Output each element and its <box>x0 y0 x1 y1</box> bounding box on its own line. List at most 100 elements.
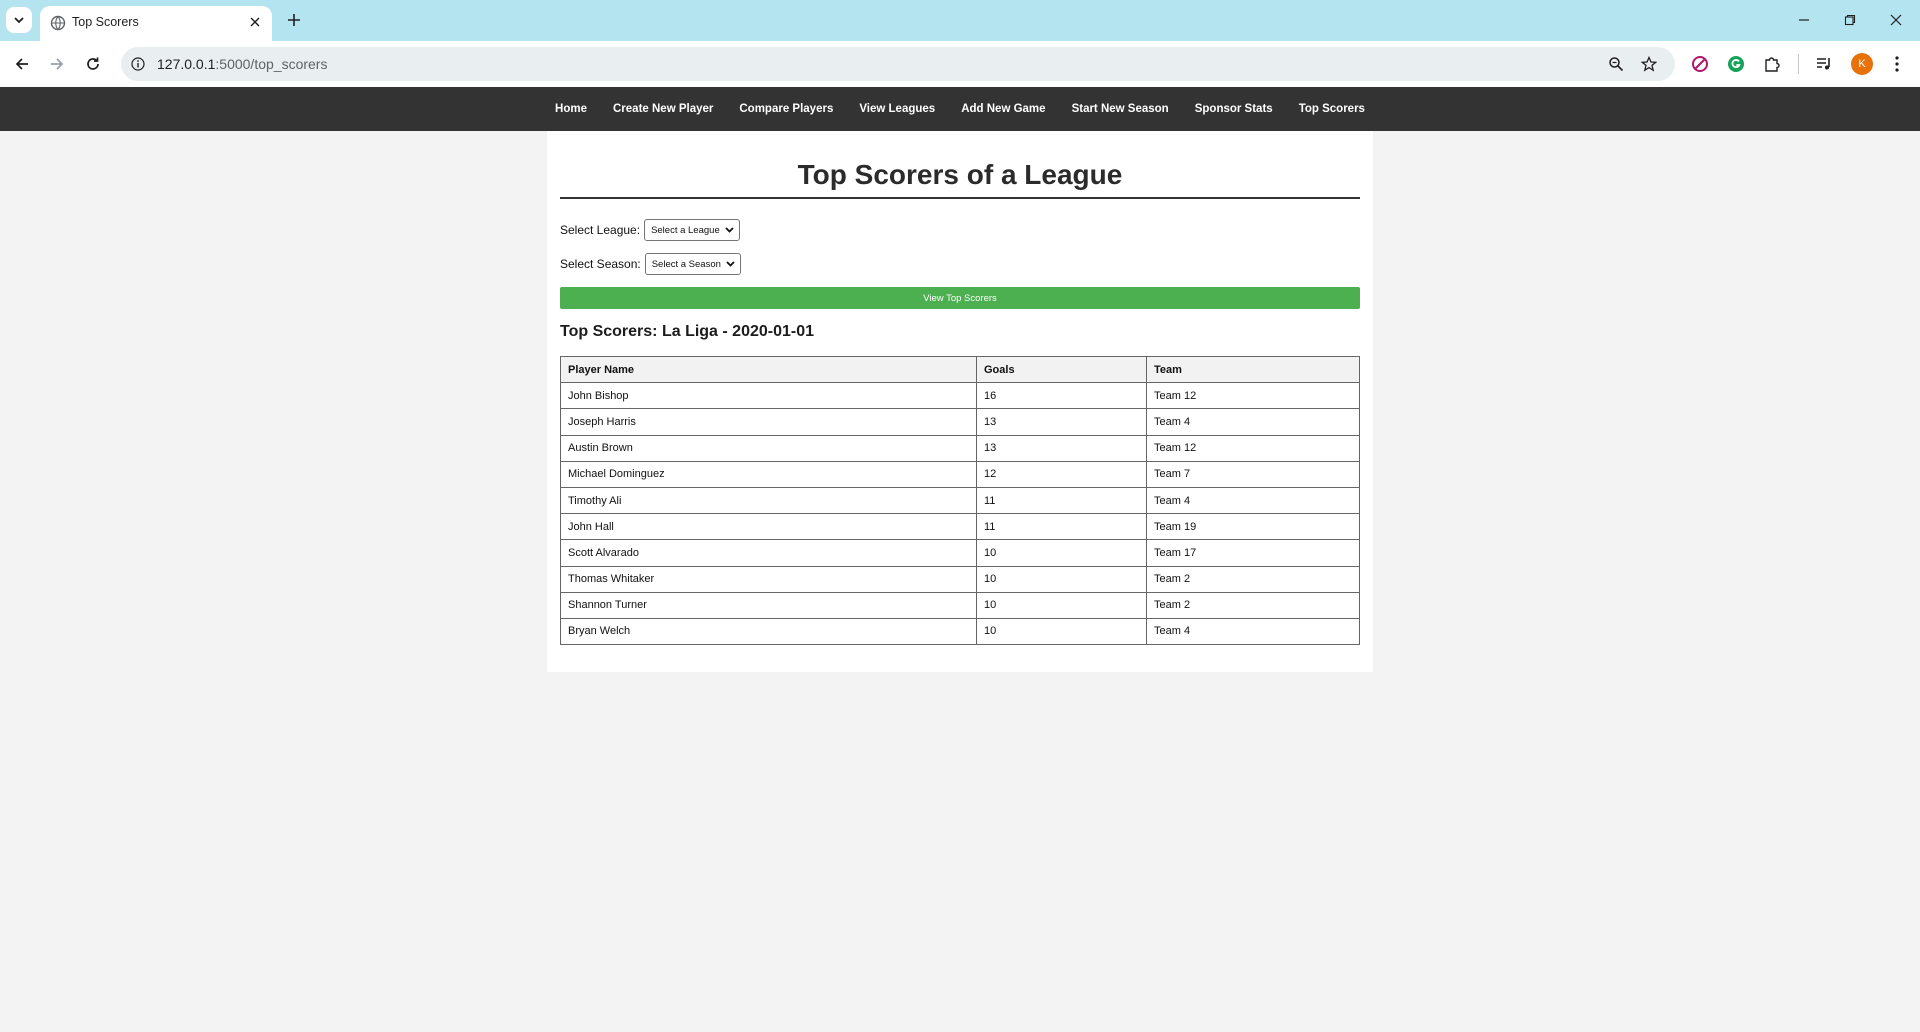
site-nav: Home Create New Player Compare Players V… <box>0 87 1920 131</box>
minimize-icon <box>1799 19 1809 21</box>
extension-blocker-button[interactable] <box>1688 52 1712 76</box>
player-name-cell: Michael Dominguez <box>560 460 977 488</box>
profile-avatar[interactable]: K <box>1851 53 1873 75</box>
forward-button[interactable] <box>43 50 71 78</box>
url-path: :5000/top_scorers <box>215 56 328 72</box>
team-cell: Team 17 <box>1146 539 1360 567</box>
player-name-cell: Austin Brown <box>560 434 977 462</box>
address-bar[interactable]: 127.0.0.1:5000/top_scorers <box>121 47 1675 81</box>
new-tab-button[interactable] <box>282 8 306 32</box>
team-cell: Team 2 <box>1146 591 1360 619</box>
restore-button[interactable] <box>1834 6 1866 34</box>
team-cell: Team 7 <box>1146 460 1360 488</box>
top-scorers-table: Player Name Goals Team John Bishop 16 Team… <box>560 355 1360 646</box>
more-vertical-icon <box>1895 56 1899 72</box>
player-name-cell: Shannon Turner <box>560 591 977 619</box>
league-select[interactable]: Select a League <box>644 219 741 241</box>
table-row: Austin Brown 13 Team 12 <box>560 434 1360 462</box>
team-cell: Team 4 <box>1146 486 1360 515</box>
browser-tab-active[interactable]: Top Scorers <box>40 6 272 41</box>
close-window-button[interactable] <box>1880 6 1912 34</box>
block-icon <box>1692 56 1708 72</box>
table-header-row: Player Name Goals Team <box>560 355 1360 384</box>
goals-cell: 10 <box>976 617 1147 646</box>
table-row: Timothy Ali 11 Team 4 <box>560 486 1360 515</box>
results-title: Top Scorers: La Liga - 2020-01-01 <box>560 323 815 340</box>
star-icon <box>1641 56 1657 72</box>
browser-toolbar: 127.0.0.1:5000/top_scorers K <box>0 41 1920 87</box>
nav-link-home[interactable]: Home <box>542 87 600 131</box>
player-name-cell: John Hall <box>560 513 977 541</box>
league-select-row: Select League: Select a League <box>560 219 1360 241</box>
league-label: Select League: <box>560 223 641 237</box>
page-title: Top Scorers of a League <box>560 159 1360 199</box>
close-icon <box>250 17 260 27</box>
extensions-button[interactable] <box>1760 52 1784 76</box>
player-name-cell: Scott Alvarado <box>560 539 977 567</box>
tab-title: Top Scorers <box>72 15 139 29</box>
team-cell: Team 12 <box>1146 434 1360 462</box>
close-icon <box>1890 14 1902 26</box>
zoom-button[interactable] <box>1606 54 1626 74</box>
column-header-team: Team <box>1146 355 1360 384</box>
media-controls-button[interactable] <box>1812 52 1836 76</box>
grammarly-icon <box>1728 56 1744 72</box>
table-row: Joseph Harris 13 Team 4 <box>560 408 1360 436</box>
goals-cell: 13 <box>976 434 1147 462</box>
team-cell: Team 4 <box>1146 617 1360 646</box>
season-select[interactable]: Select a Season <box>644 253 741 275</box>
season-label: Select Season: <box>560 257 641 271</box>
season-select-row: Select Season: Select a Season <box>560 253 1360 275</box>
chevron-down-icon <box>726 261 735 267</box>
table-row: Thomas Whitaker 10 Team 2 <box>560 565 1360 593</box>
player-name-cell: Bryan Welch <box>560 617 977 646</box>
season-select-value: Select a Season <box>651 258 721 270</box>
player-name-cell: Thomas Whitaker <box>560 565 977 593</box>
nav-link-start-new-season[interactable]: Start New Season <box>1059 87 1182 131</box>
nav-link-create-new-player[interactable]: Create New Player <box>600 87 726 131</box>
view-top-scorers-button[interactable]: View Top Scorers <box>560 287 1360 309</box>
team-cell: Team 19 <box>1146 513 1360 541</box>
back-button[interactable] <box>8 50 36 78</box>
table-row: Shannon Turner 10 Team 2 <box>560 591 1360 619</box>
zoom-icon <box>1609 57 1624 72</box>
team-cell: Team 12 <box>1146 382 1360 410</box>
nav-link-compare-players[interactable]: Compare Players <box>726 87 846 131</box>
goals-cell: 11 <box>976 513 1147 541</box>
toolbar-separator <box>1798 54 1799 74</box>
chevron-down-icon <box>725 227 734 233</box>
nav-link-sponsor-stats[interactable]: Sponsor Stats <box>1182 87 1286 131</box>
puzzle-icon <box>1765 57 1780 72</box>
player-name-cell: John Bishop <box>560 382 977 410</box>
nav-link-view-leagues[interactable]: View Leagues <box>846 87 948 131</box>
globe-icon <box>50 15 66 31</box>
reload-button[interactable] <box>79 50 107 78</box>
column-header-goals: Goals <box>976 355 1147 384</box>
site-info-button[interactable] <box>129 55 147 73</box>
arrow-right-icon <box>51 58 64 70</box>
table-row: Michael Dominguez 12 Team 7 <box>560 460 1360 488</box>
table-row: Bryan Welch 10 Team 4 <box>560 617 1360 646</box>
goals-cell: 11 <box>976 486 1147 515</box>
playlist-icon <box>1817 58 1830 70</box>
nav-link-top-scorers[interactable]: Top Scorers <box>1286 87 1378 131</box>
goals-cell: 13 <box>976 408 1147 436</box>
bookmark-button[interactable] <box>1639 54 1659 74</box>
chevron-down-icon <box>14 17 24 24</box>
column-header-player-name: Player Name <box>560 355 977 384</box>
browser-tabstrip: Top Scorers <box>0 0 1920 41</box>
team-cell: Team 4 <box>1146 408 1360 436</box>
tab-close-button[interactable] <box>245 12 265 32</box>
extension-grammarly-button[interactable] <box>1724 52 1748 76</box>
minimize-button[interactable] <box>1788 6 1820 34</box>
tab-search-button[interactable] <box>6 7 32 33</box>
player-name-cell: Timothy Ali <box>560 486 977 515</box>
table-row: John Hall 11 Team 19 <box>560 513 1360 541</box>
reload-icon <box>87 57 99 70</box>
player-name-cell: Joseph Harris <box>560 408 977 436</box>
league-select-value: Select a League <box>651 224 720 236</box>
nav-link-add-new-game[interactable]: Add New Game <box>948 87 1058 131</box>
arrow-left-icon <box>15 58 28 70</box>
table-row: Scott Alvarado 10 Team 17 <box>560 539 1360 567</box>
browser-menu-button[interactable] <box>1885 52 1909 76</box>
